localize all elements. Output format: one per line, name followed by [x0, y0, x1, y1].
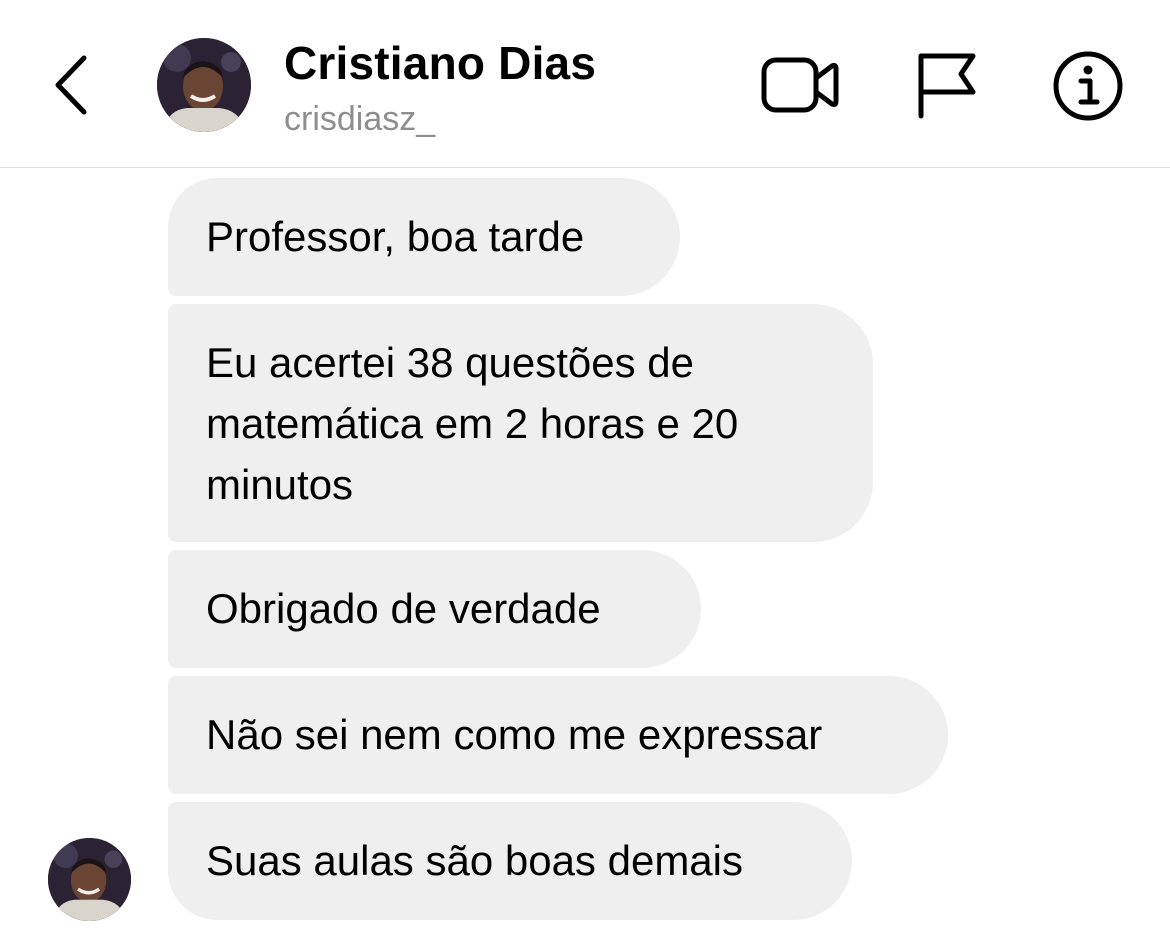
video-call-button[interactable]: [760, 50, 840, 120]
contact-username[interactable]: crisdiasz_: [284, 100, 435, 139]
message-text: Obrigado de verdade: [206, 585, 601, 632]
message-text: Eu acertei 38 questões de: [206, 339, 695, 386]
message-text: Não sei nem como me expressar: [206, 711, 823, 758]
message-text: Professor, boa tarde: [206, 213, 585, 260]
chat-header: Cristiano Dias crisdiasz_: [0, 0, 1170, 168]
profile-photo: [48, 838, 131, 921]
message-text: matemática em 2 horas e 20: [206, 400, 739, 447]
message-bubble[interactable]: Suas aulas são boas demais: [168, 802, 852, 920]
message-bubble[interactable]: Não sei nem como me expressar: [168, 676, 948, 794]
chat-screen: Cristiano Dias crisdiasz_ Professor, boa…: [0, 0, 1170, 947]
chevron-left-icon: [55, 55, 87, 115]
avatar[interactable]: [157, 38, 251, 132]
message-bubble[interactable]: Eu acertei 38 questões de matemática em …: [168, 304, 873, 542]
contact-name[interactable]: Cristiano Dias: [284, 36, 596, 90]
report-button[interactable]: [913, 48, 979, 120]
back-button[interactable]: [44, 50, 104, 120]
message-bubble[interactable]: Professor, boa tarde: [168, 178, 680, 296]
video-camera-icon: [761, 57, 839, 113]
info-icon: [1053, 51, 1123, 121]
profile-photo: [157, 38, 251, 132]
message-text: Suas aulas são boas demais: [206, 837, 743, 884]
message-text: minutos: [206, 461, 354, 508]
flag-icon: [918, 53, 976, 119]
sender-avatar[interactable]: [48, 838, 131, 921]
info-button[interactable]: [1050, 48, 1126, 124]
message-bubble[interactable]: Obrigado de verdade: [168, 550, 701, 668]
